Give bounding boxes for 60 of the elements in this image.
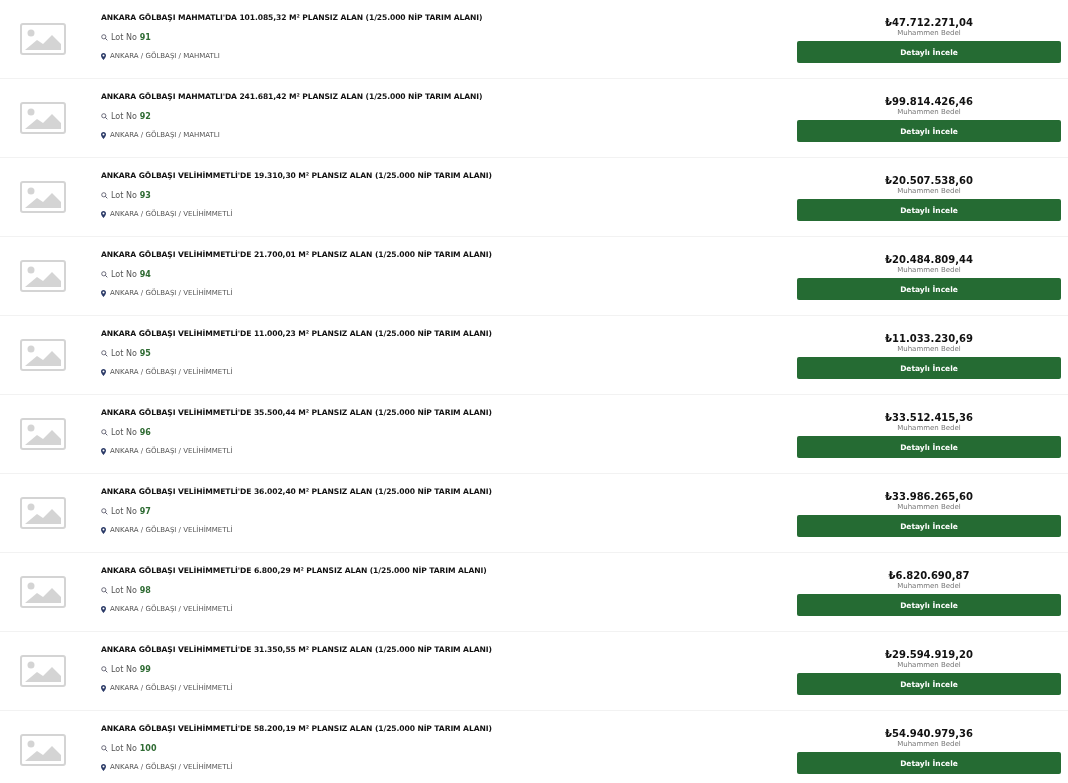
location-pin-icon (101, 131, 106, 139)
price: ₺47.712.271,04 (885, 16, 973, 29)
lot-label: Lot No (111, 269, 137, 280)
lot-number: 95 (139, 348, 151, 359)
image-placeholder-icon (20, 655, 66, 687)
location-pin-icon (101, 289, 106, 297)
location-pin-icon (101, 368, 106, 376)
search-icon (101, 113, 108, 120)
lot-label: Lot No (111, 743, 137, 754)
image-placeholder-icon (20, 181, 66, 213)
search-icon (101, 745, 108, 752)
price: ₺20.484.809,44 (885, 253, 973, 266)
lot-label: Lot No (111, 32, 137, 43)
lot-number: 98 (139, 585, 151, 596)
search-icon (101, 192, 108, 199)
price: ₺20.507.538,60 (885, 174, 973, 187)
image-placeholder-icon (20, 339, 66, 371)
location-pin-icon (101, 684, 106, 692)
location-pin-icon (101, 605, 106, 613)
lot-number: 92 (139, 111, 151, 122)
price: ₺33.986.265,60 (885, 490, 973, 503)
lot-label: Lot No (111, 427, 137, 438)
lot-number: 99 (139, 664, 151, 675)
image-placeholder-icon (20, 576, 66, 608)
location-pin-icon (101, 447, 106, 455)
price: ₺54.940.979,36 (885, 727, 973, 740)
search-icon (101, 34, 108, 41)
price: ₺6.820.690,87 (888, 569, 970, 582)
location-pin-icon (101, 52, 106, 60)
lot-label: Lot No (111, 664, 137, 675)
location-pin-icon (101, 763, 106, 771)
price: ₺99.814.426,46 (885, 95, 973, 108)
lot-number: 96 (139, 427, 151, 438)
price: ₺11.033.230,69 (885, 332, 973, 345)
search-icon (101, 587, 108, 594)
lot-number: 93 (139, 190, 151, 201)
image-placeholder-icon (20, 102, 66, 134)
search-icon (101, 350, 108, 357)
lot-label: Lot No (111, 111, 137, 122)
location-pin-icon (101, 526, 106, 534)
image-placeholder-icon (20, 23, 66, 55)
lot-label: Lot No (111, 190, 137, 201)
lot-label: Lot No (111, 585, 137, 596)
image-placeholder-icon (20, 260, 66, 292)
lot-number: 100 (139, 743, 157, 754)
price: ₺29.594.919,20 (885, 648, 973, 661)
lot-number: 97 (139, 506, 151, 517)
location-pin-icon (101, 210, 106, 218)
lot-label: Lot No (111, 348, 137, 359)
search-icon (101, 429, 108, 436)
lot-label: Lot No (111, 506, 137, 517)
lot-number: 91 (139, 32, 151, 43)
search-icon (101, 271, 108, 278)
image-placeholder-icon (20, 734, 66, 766)
price: ₺33.512.415,36 (885, 411, 973, 424)
search-icon (101, 508, 108, 515)
image-placeholder-icon (20, 418, 66, 450)
image-placeholder-icon (20, 497, 66, 529)
lot-number: 94 (139, 269, 151, 280)
search-icon (101, 666, 108, 673)
